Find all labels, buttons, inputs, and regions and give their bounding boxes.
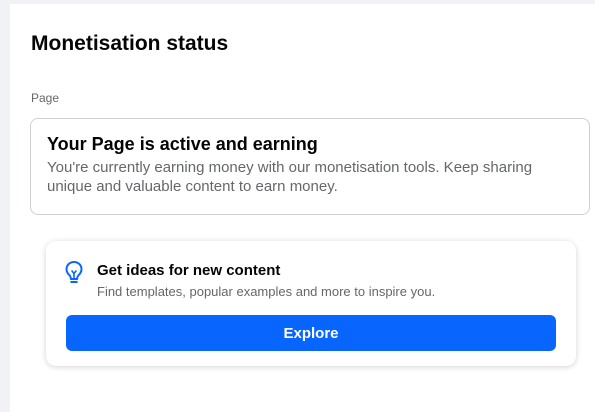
monetisation-panel: Monetisation status Page Your Page is ac… bbox=[10, 4, 595, 412]
status-heading: Your Page is active and earning bbox=[47, 134, 318, 154]
section-label: Page bbox=[31, 91, 60, 105]
page-title: Monetisation status bbox=[31, 32, 229, 55]
status-card: Your Page is active and earning You're c… bbox=[30, 118, 590, 215]
content-ideas-card: Get ideas for new content Find templates… bbox=[46, 241, 576, 366]
ideas-description: Find templates, popular examples and mor… bbox=[97, 284, 436, 299]
ideas-title: Get ideas for new content bbox=[97, 262, 281, 279]
lightbulb-icon bbox=[63, 260, 85, 284]
status-description: You're currently earning money with our … bbox=[47, 159, 533, 195]
explore-button[interactable]: Explore bbox=[66, 315, 556, 351]
